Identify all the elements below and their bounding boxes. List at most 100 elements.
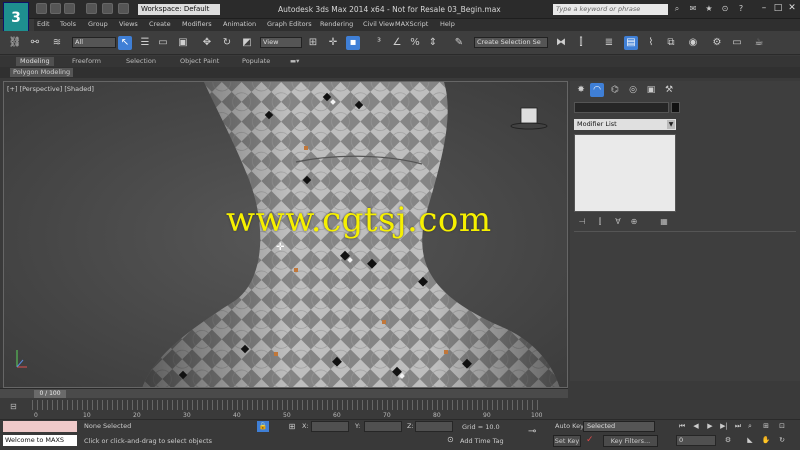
ribbon-tab-selection[interactable]: Selection xyxy=(126,57,156,66)
named-selection-set-select[interactable]: Create Selection Se xyxy=(474,37,548,48)
snaps-toggle-icon[interactable]: ³ xyxy=(372,36,386,50)
zoom-all-icon[interactable]: ⊞ xyxy=(760,421,772,432)
configure-sets-icon[interactable]: ▦ xyxy=(658,216,670,227)
help-icon[interactable]: ? xyxy=(736,4,746,14)
object-color-swatch[interactable] xyxy=(671,102,680,113)
next-frame-icon[interactable]: ▶| xyxy=(718,421,730,432)
add-time-tag-button[interactable]: Add Time Tag xyxy=(460,437,504,445)
schematic-view-icon[interactable]: ⧉ xyxy=(664,36,678,50)
percent-snap-icon[interactable]: % xyxy=(408,36,422,50)
motion-tab-icon[interactable]: ◎ xyxy=(626,83,640,97)
maxscript-listener-field[interactable] xyxy=(3,421,77,432)
previous-frame-icon[interactable]: ◀ xyxy=(690,421,702,432)
zoom-icon[interactable]: ⌕ xyxy=(744,421,756,432)
menu-edit[interactable]: Edit xyxy=(37,20,50,28)
menu-graph-editors[interactable]: Graph Editors xyxy=(267,20,312,28)
create-tab-icon[interactable]: ✸ xyxy=(574,83,588,97)
curve-editor-icon[interactable]: ⌇ xyxy=(644,36,658,50)
menu-civil-view[interactable]: Civil View xyxy=(363,20,394,28)
go-to-end-icon[interactable]: ⏭ xyxy=(732,421,744,432)
set-keys-icon[interactable]: ✓ xyxy=(586,435,600,447)
layer-manager-icon[interactable]: ≣ xyxy=(602,36,616,50)
bind-space-warp-icon[interactable]: ≋ xyxy=(50,36,64,50)
menu-rendering[interactable]: Rendering xyxy=(320,20,353,28)
mirror-icon[interactable]: ⧓ xyxy=(554,36,568,50)
hierarchy-tab-icon[interactable]: ⌬ xyxy=(608,83,622,97)
search-input[interactable]: Type a keyword or phrase xyxy=(553,4,668,15)
communication-icon[interactable]: ✉ xyxy=(688,4,698,14)
utilities-tab-icon[interactable]: ⚒ xyxy=(662,83,676,97)
select-rotate-icon[interactable]: ↻ xyxy=(220,36,234,50)
align-icon[interactable]: ⫿ xyxy=(574,36,588,50)
menu-maxscript[interactable]: MAXScript xyxy=(395,20,428,28)
pan-icon[interactable]: ✋ xyxy=(760,435,772,446)
redo-icon[interactable] xyxy=(102,3,113,14)
reference-coordinate-select[interactable]: View xyxy=(260,37,302,48)
ribbon-tab-modeling[interactable]: Modeling xyxy=(16,57,54,66)
menu-animation[interactable]: Animation xyxy=(223,20,256,28)
go-to-start-icon[interactable]: ⏮ xyxy=(676,421,688,432)
display-tab-icon[interactable]: ▣ xyxy=(644,83,658,97)
workspace-select[interactable]: Workspace: Default xyxy=(138,4,220,15)
zoom-extents-icon[interactable]: ⊡ xyxy=(776,421,788,432)
ribbon-tab-freeform[interactable]: Freeform xyxy=(72,57,101,66)
search-icon[interactable]: ⌕ xyxy=(672,4,682,14)
viewport-label[interactable]: [+] [Perspective] [Shaded] xyxy=(7,85,94,93)
render-setup-icon[interactable]: ⚙ xyxy=(710,36,724,50)
selection-filter-select[interactable]: All xyxy=(72,37,116,48)
graphite-toolset-icon[interactable]: ▤ xyxy=(624,36,638,50)
modify-tab-icon[interactable]: ◠ xyxy=(590,83,604,97)
ribbon-options-icon[interactable]: ▬▾ xyxy=(290,57,299,66)
field-of-view-icon[interactable]: ◣ xyxy=(744,435,756,446)
minimize-button[interactable]: – xyxy=(757,2,771,15)
viewcube-icon[interactable] xyxy=(509,104,549,132)
close-button[interactable]: ✕ xyxy=(785,2,799,15)
show-end-result-icon[interactable]: ⫿ xyxy=(594,216,606,227)
rectangular-selection-icon[interactable]: ▭ xyxy=(156,36,170,50)
mini-curve-editor-icon[interactable]: ⊟ xyxy=(10,402,22,412)
x-coordinate-field[interactable] xyxy=(311,421,349,432)
menu-tools[interactable]: Tools xyxy=(60,20,76,28)
menu-help[interactable]: Help xyxy=(440,20,455,28)
menu-group[interactable]: Group xyxy=(88,20,108,28)
select-by-name-icon[interactable]: ☰ xyxy=(138,36,152,50)
star-icon[interactable]: ★ xyxy=(704,4,714,14)
ribbon-tab-object-paint[interactable]: Object Paint xyxy=(180,57,219,66)
project-folder-icon[interactable] xyxy=(118,3,129,14)
save-file-icon[interactable] xyxy=(64,3,75,14)
select-scale-icon[interactable]: ◩ xyxy=(240,36,254,50)
select-move-icon[interactable]: ✥ xyxy=(200,36,214,50)
transform-type-in-icon[interactable]: ⊞ xyxy=(286,421,298,432)
key-set-select[interactable]: Selected xyxy=(583,421,655,432)
app-logo-button[interactable]: 3 xyxy=(3,2,29,34)
edit-named-selection-icon[interactable]: ✎ xyxy=(452,36,466,50)
track-bar[interactable]: ⊟ 0 10 20 30 40 50 60 70 80 90 100 xyxy=(0,398,568,420)
modifier-stack[interactable] xyxy=(574,134,676,212)
menu-views[interactable]: Views xyxy=(119,20,138,28)
unlink-icon[interactable]: ⚯ xyxy=(28,36,42,50)
make-unique-icon[interactable]: ∀ xyxy=(612,216,624,227)
window-crossing-icon[interactable]: ▣ xyxy=(176,36,190,50)
remove-modifier-icon[interactable]: ⊕ xyxy=(628,216,640,227)
polygon-modeling-tab[interactable]: Polygon Modeling xyxy=(10,68,74,77)
material-editor-icon[interactable]: ◉ xyxy=(686,36,700,50)
welcome-field[interactable]: Welcome to MAXS xyxy=(3,435,77,446)
current-frame-field[interactable]: 0 xyxy=(676,435,716,446)
time-tag-icon[interactable]: ⊙ xyxy=(447,435,459,446)
time-slider-handle[interactable]: 0 / 100 xyxy=(34,390,66,398)
undo-icon[interactable] xyxy=(86,3,97,14)
auto-key-button[interactable]: Auto Key xyxy=(555,422,584,430)
signin-icon[interactable]: ⊙ xyxy=(720,4,730,14)
key-filters-button[interactable]: Key Filters... xyxy=(603,435,658,447)
spinner-snap-icon[interactable]: ⇕ xyxy=(426,36,440,50)
z-coordinate-field[interactable] xyxy=(415,421,453,432)
modifier-list-dropdown[interactable]: Modifier List ▼ xyxy=(574,119,676,130)
time-config-icon[interactable]: ⚙ xyxy=(722,435,734,446)
set-key-button[interactable]: Set Key xyxy=(553,435,581,447)
select-manipulate-icon[interactable]: ✛ xyxy=(326,36,340,50)
play-icon[interactable]: ▶ xyxy=(704,421,716,432)
time-slider[interactable]: 0 / 100 xyxy=(0,388,568,398)
menu-modifiers[interactable]: Modifiers xyxy=(182,20,212,28)
selection-lock-icon[interactable]: 🔒 xyxy=(257,421,269,432)
link-icon[interactable]: ⛓ xyxy=(8,36,22,50)
